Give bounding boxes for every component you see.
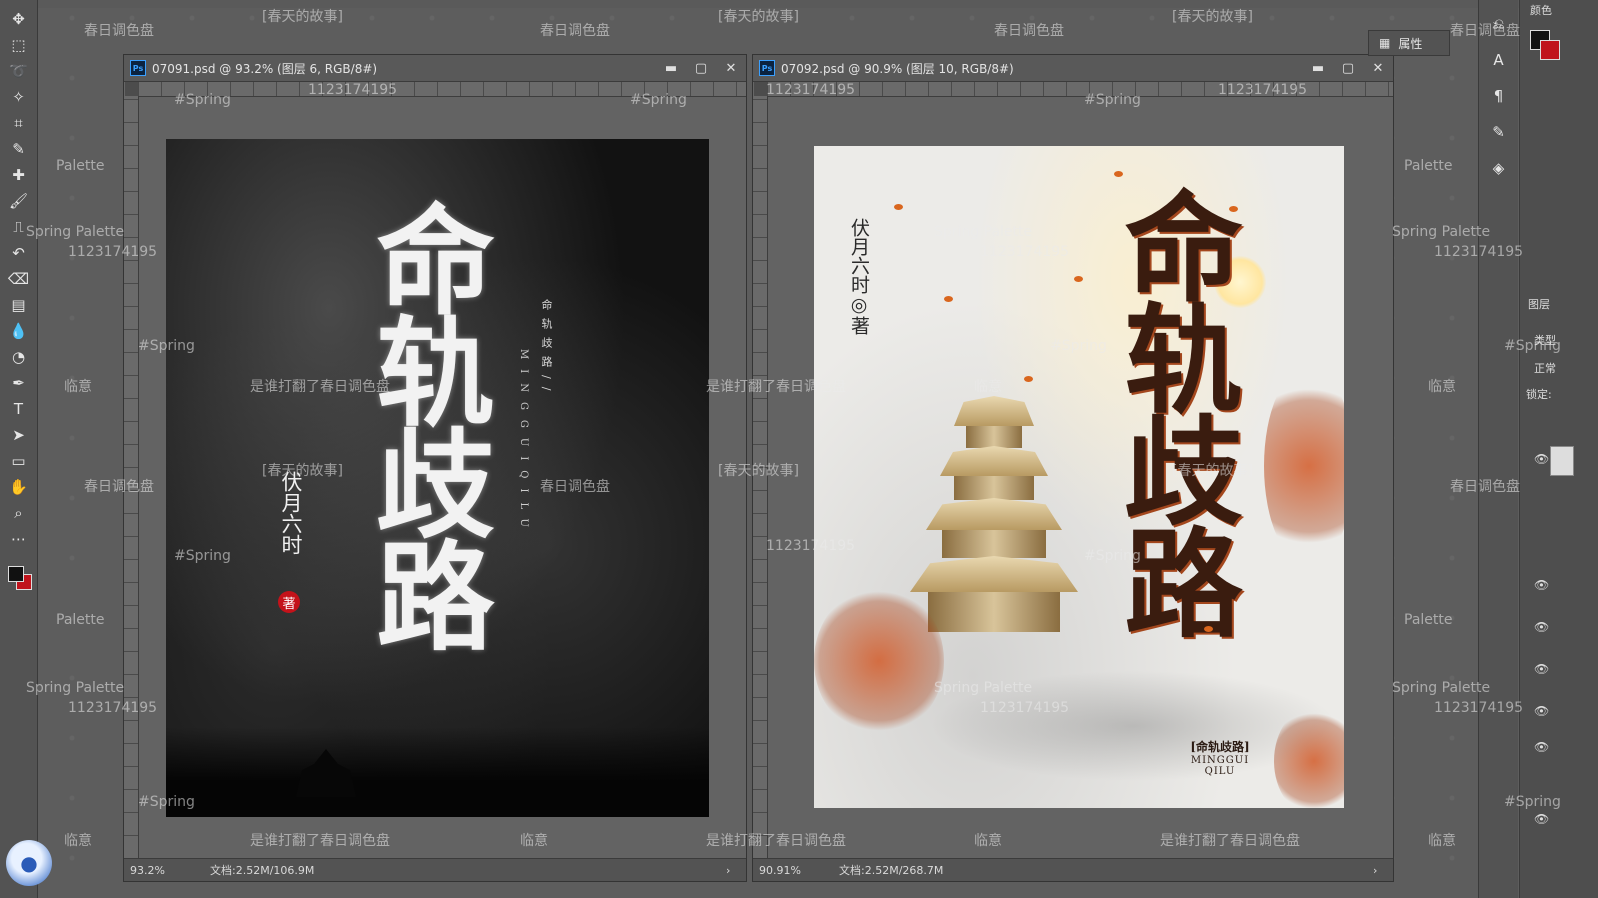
path-selection-tool-icon[interactable]: ➤ <box>5 422 33 448</box>
tools-panel: ✥ ⬚ ➰ ✧ ⌗ ✎ ✚ 🖌 ⎍ ↶ ⌫ ▤ 💧 ◔ ✒ T ➤ ▭ ✋ ⌕ ⋯ <box>0 0 38 898</box>
horizontal-ruler[interactable] <box>767 82 1393 97</box>
poster-author: 伏月六时 <box>279 471 303 555</box>
eyedropper-tool-icon[interactable]: ✎ <box>5 136 33 162</box>
gradient-tool-icon[interactable]: ▤ <box>5 292 33 318</box>
color-panel-label[interactable]: 颜色 <box>1530 2 1552 18</box>
lasso-tool-icon[interactable]: ➰ <box>5 58 33 84</box>
tag-pinyin-2: QILU <box>1204 766 1236 777</box>
minimize-icon[interactable]: ▬ <box>1303 61 1333 76</box>
ps-file-icon: Ps <box>130 60 146 76</box>
layer-visibility-eye-icon[interactable]: 👁 <box>1534 740 1549 754</box>
brush-settings-icon[interactable]: ✎ <box>1485 114 1513 150</box>
status-arrow-icon[interactable]: › <box>726 864 746 877</box>
zoom-tool-icon[interactable]: ⌕ <box>5 500 33 526</box>
kind-filter-label[interactable]: 类型 <box>1534 332 1556 348</box>
status-bar: 93.2% 文档:2.52M/106.9M › <box>124 858 746 881</box>
layers-panel-label[interactable]: 图层 <box>1528 296 1550 312</box>
ps-file-icon: Ps <box>759 60 775 76</box>
canvas-area[interactable]: 命轨歧路 伏月六时◎著 [命轨歧路] MINGGUI QILU <box>768 97 1393 859</box>
history-icon[interactable]: ⎌ <box>1485 6 1513 42</box>
hand-tool-icon[interactable]: ✋ <box>5 474 33 500</box>
panel-icon-strip: ⎌ A ¶ ✎ ◈ <box>1478 0 1518 898</box>
maximize-icon[interactable]: ▢ <box>686 61 716 76</box>
author-seal: 著 <box>278 591 300 613</box>
document-window-1[interactable]: Ps 07091.psd @ 93.2% (图层 6, RGB/8#) ▬ ▢ … <box>123 54 747 882</box>
properties-label: 属性 <box>1398 36 1423 51</box>
clone-source-icon[interactable]: ◈ <box>1485 150 1513 186</box>
status-arrow-icon[interactable]: › <box>1373 864 1393 877</box>
blend-mode-select[interactable]: 正常 <box>1534 360 1556 376</box>
autumn-tree-right <box>1264 366 1344 566</box>
poster-subtitle-vertical: 命轨歧路// <box>540 299 553 399</box>
layer-visibility-eye-icon[interactable]: 👁 <box>1534 704 1549 718</box>
blur-tool-icon[interactable]: 💧 <box>5 318 33 344</box>
document-title: 07092.psd @ 90.9% (图层 10, RGB/8#) <box>781 61 1014 76</box>
clone-stamp-tool-icon[interactable]: ⎍ <box>5 214 33 240</box>
poster-light[interactable]: 命轨歧路 伏月六时◎著 [命轨歧路] MINGGUI QILU <box>814 146 1344 808</box>
poster-title: 命轨歧路 <box>356 199 495 647</box>
shape-tool-icon[interactable]: ▭ <box>5 448 33 474</box>
brush-tool-icon[interactable]: 🖌 <box>5 188 33 214</box>
layers-panel: 颜色 图层 类型 正常 锁定: 👁 👁 👁 👁 👁 👁 👁 <box>1519 0 1598 898</box>
close-icon[interactable]: ✕ <box>716 61 746 76</box>
zoom-level[interactable]: 90.91% <box>753 864 839 877</box>
document-tab-1[interactable]: Ps 07091.psd @ 93.2% (图层 6, RGB/8#) ▬ ▢ … <box>124 55 746 82</box>
layer-visibility-eye-icon[interactable]: 👁 <box>1534 620 1549 634</box>
ink-mist <box>914 666 1344 786</box>
silhouette-hills <box>166 727 709 817</box>
status-bar: 90.91% 文档:2.52M/268.7M › <box>753 858 1393 881</box>
document-size: 文档:2.52M/268.7M <box>839 864 944 877</box>
layer-thumbnail[interactable] <box>1550 446 1574 476</box>
layer-visibility-eye-icon[interactable]: 👁 <box>1534 452 1549 466</box>
document-tab-2[interactable]: Ps 07092.psd @ 90.9% (图层 10, RGB/8#) ▬ ▢… <box>753 55 1393 82</box>
foreground-color-swatch[interactable] <box>7 566 24 582</box>
healing-brush-tool-icon[interactable]: ✚ <box>5 162 33 188</box>
close-icon[interactable]: ✕ <box>1363 61 1393 76</box>
poster-dark[interactable]: 命轨歧路 伏月六时 著 命轨歧路// MINGGUIQILU <box>166 139 709 817</box>
move-tool-icon[interactable]: ✥ <box>5 6 33 32</box>
crop-tool-icon[interactable]: ⌗ <box>5 110 33 136</box>
vertical-ruler[interactable] <box>124 96 139 859</box>
poster-title: 命轨歧路 <box>1104 186 1243 634</box>
poster-pinyin-vertical: MINGGUIQILU <box>518 349 529 537</box>
document-size: 文档:2.52M/106.9M <box>210 864 315 877</box>
minimize-icon[interactable]: ▬ <box>656 61 686 76</box>
pen-tool-icon[interactable]: ✒ <box>5 370 33 396</box>
poster-author: 伏月六时◎著 <box>848 218 870 335</box>
marquee-tool-icon[interactable]: ⬚ <box>5 32 33 58</box>
type-tool-icon[interactable]: T <box>5 396 33 422</box>
layer-visibility-eye-icon[interactable]: 👁 <box>1534 662 1549 676</box>
bg-color-swatch[interactable] <box>1540 40 1560 60</box>
layer-visibility-eye-icon[interactable]: 👁 <box>1534 812 1549 826</box>
magic-wand-tool-icon[interactable]: ✧ <box>5 84 33 110</box>
dodge-tool-icon[interactable]: ◔ <box>5 344 33 370</box>
lock-label: 锁定: <box>1526 388 1552 401</box>
history-brush-tool-icon[interactable]: ↶ <box>5 240 33 266</box>
eraser-tool-icon[interactable]: ⌫ <box>5 266 33 292</box>
zoom-level[interactable]: 93.2% <box>124 864 210 877</box>
document-window-2[interactable]: Ps 07092.psd @ 90.9% (图层 10, RGB/8#) ▬ ▢… <box>752 54 1394 882</box>
horizontal-ruler[interactable] <box>138 82 746 97</box>
app-dock-icon[interactable]: ● <box>6 840 52 886</box>
poster-tag: [命轨歧路] MINGGUI QILU <box>1180 738 1260 777</box>
vertical-ruler[interactable] <box>753 96 768 859</box>
options-bar-sliver <box>0 0 1598 8</box>
canvas-area[interactable]: 命轨歧路 伏月六时 著 命轨歧路// MINGGUIQILU <box>139 97 746 859</box>
properties-icon: ▦ <box>1379 36 1391 50</box>
paragraph-icon[interactable]: ¶ <box>1485 78 1513 114</box>
layer-visibility-eye-icon[interactable]: 👁 <box>1534 578 1549 592</box>
more-tools-icon[interactable]: ⋯ <box>5 526 33 552</box>
tag-pinyin-1: MINGGUI <box>1190 755 1250 766</box>
properties-tab[interactable]: ▦ 属性 <box>1368 30 1450 56</box>
maximize-icon[interactable]: ▢ <box>1333 61 1363 76</box>
tag-cn: [命轨歧路] <box>1190 740 1250 754</box>
document-title: 07091.psd @ 93.2% (图层 6, RGB/8#) <box>152 61 378 76</box>
character-icon[interactable]: A <box>1485 42 1513 78</box>
color-swatches[interactable] <box>4 562 34 596</box>
